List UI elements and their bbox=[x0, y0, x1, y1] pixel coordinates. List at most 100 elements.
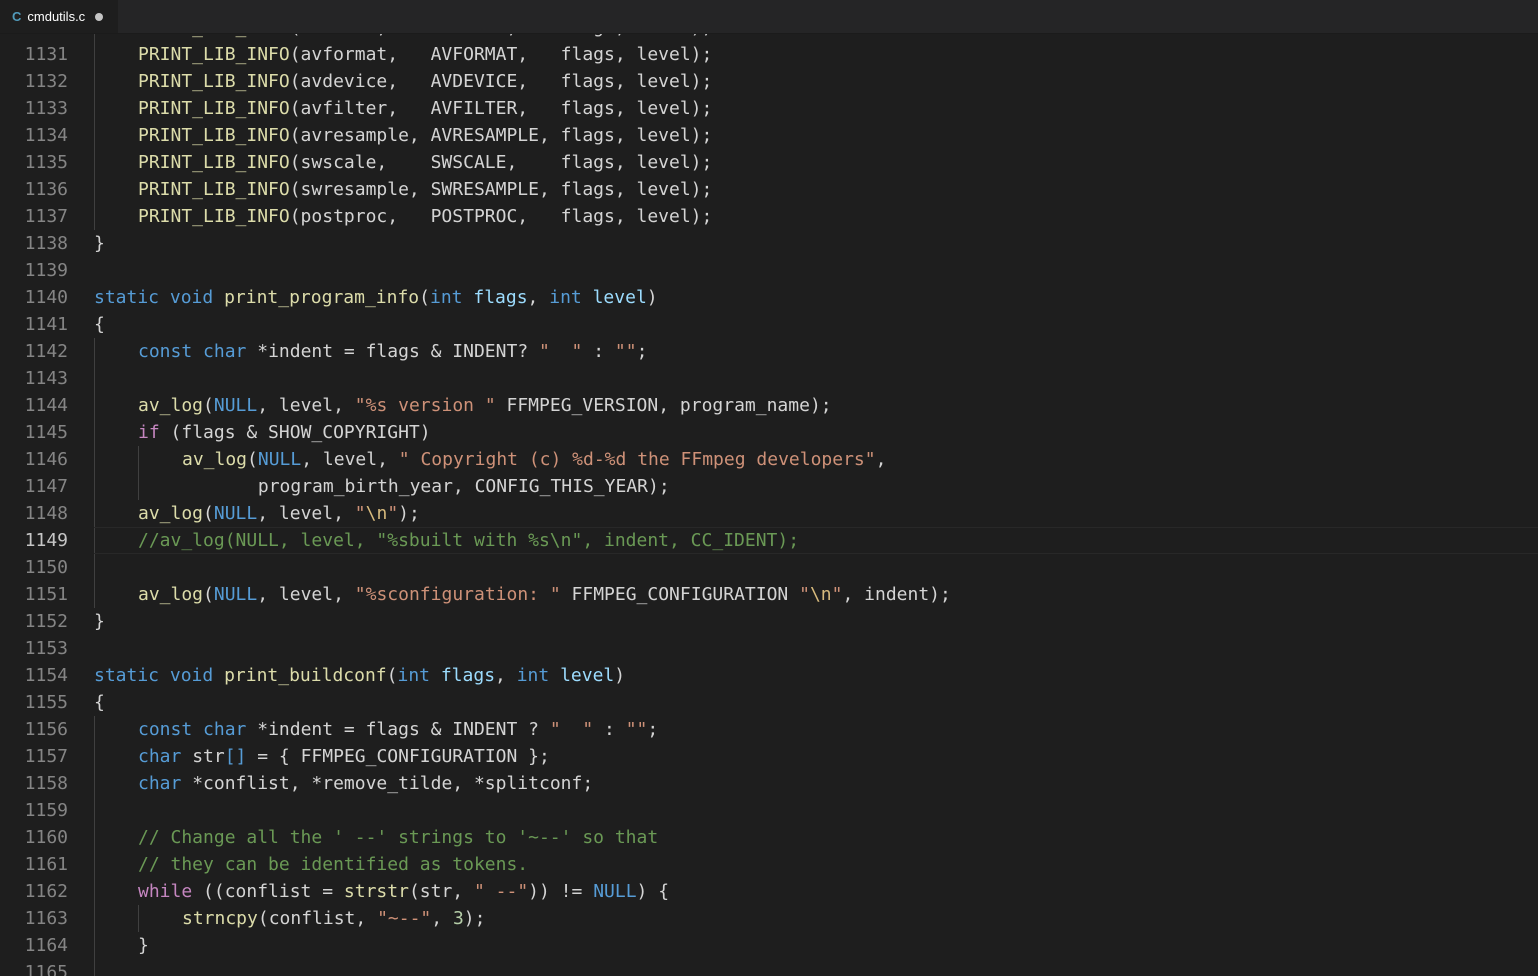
code-token: : bbox=[582, 341, 615, 362]
line-number: 1161 bbox=[24, 854, 68, 875]
code-token: *indent = flags & INDENT ? bbox=[246, 719, 550, 740]
code-line[interactable]: 1133 PRINT_LIB_INFO(avfilter, AVFILTER, f… bbox=[0, 95, 1538, 122]
code-token: } bbox=[94, 233, 105, 254]
code-text: PRINT_LIB_INFO(avresample, AVRESAMPLE, f… bbox=[138, 122, 712, 149]
tab-filename: cmdutils.c bbox=[27, 9, 86, 24]
code-line[interactable]: 1165 bbox=[0, 959, 1538, 976]
line-number: 1134 bbox=[24, 125, 68, 146]
tab-cmdutils-c[interactable]: C cmdutils.c bbox=[0, 0, 118, 33]
code-token: " bbox=[799, 584, 810, 605]
code-line[interactable]: 1150 bbox=[0, 554, 1538, 581]
code-token: , indent); bbox=[842, 584, 951, 605]
code-text: while ((conflist = strstr(str, " --")) !… bbox=[138, 878, 669, 905]
indent-guide bbox=[138, 473, 139, 500]
code-text: av_log(NULL, level, "%s version " FFMPEG… bbox=[138, 392, 832, 419]
code-text: } bbox=[94, 608, 105, 635]
code-line[interactable]: 1138} bbox=[0, 230, 1538, 257]
code-text: static void print_buildconf(int flags, i… bbox=[94, 662, 625, 689]
code-text: // Change all the ' --' strings to '~--'… bbox=[138, 824, 658, 851]
code-token: av_log bbox=[138, 503, 204, 524]
code-line[interactable]: 1149 //av_log(NULL, level, "%sbuilt with … bbox=[0, 527, 1538, 554]
code-text: } bbox=[138, 932, 149, 959]
code-line[interactable]: 1158 char *conflist, *remove_tilde, *spli… bbox=[0, 770, 1538, 797]
line-number: 1162 bbox=[24, 881, 68, 902]
code-line[interactable]: 1159 bbox=[0, 797, 1538, 824]
code-text: } bbox=[94, 230, 105, 257]
code-line[interactable]: 1131 PRINT_LIB_INFO(avformat, AVFORMAT, f… bbox=[0, 41, 1538, 68]
code-token: \n bbox=[809, 584, 832, 605]
code-line[interactable]: 1148 av_log(NULL, level, "\n"); bbox=[0, 500, 1538, 527]
line-number: 1146 bbox=[24, 449, 68, 470]
code-line[interactable]: 1162 while ((conflist = strstr(str, " --"… bbox=[0, 878, 1538, 905]
line-number: 1144 bbox=[24, 395, 68, 416]
line-number: 1154 bbox=[24, 665, 68, 686]
code-token: ((conflist = bbox=[192, 881, 344, 902]
line-number: 1131 bbox=[24, 44, 68, 65]
code-token: char bbox=[138, 773, 182, 794]
code-line[interactable]: 1140 static void print_program_info(int f… bbox=[0, 284, 1538, 311]
code-line[interactable]: 1144 av_log(NULL, level, "%s version " FF… bbox=[0, 392, 1538, 419]
line-number: 1163 bbox=[24, 908, 68, 929]
code-token: (flags & SHOW_COPYRIGHT) bbox=[159, 422, 431, 443]
code-line[interactable]: 1145 if (flags & SHOW_COPYRIGHT) bbox=[0, 419, 1538, 446]
code-line[interactable]: 1142 const char *indent = flags & INDENT?… bbox=[0, 338, 1538, 365]
code-line[interactable]: 1163 strncpy(conflist, "~--", 3); bbox=[0, 905, 1538, 932]
code-token: char bbox=[138, 746, 182, 767]
indent-guide bbox=[94, 365, 95, 392]
code-token: (avformat, AVFORMAT, flags, level); bbox=[289, 44, 713, 65]
code-line[interactable]: 1141 { bbox=[0, 311, 1538, 338]
code-editor[interactable]: 1130PRINT_LIB_INFO(avcodec, AVCODEC, fla… bbox=[0, 34, 1538, 976]
code-line[interactable]: 1164} bbox=[0, 932, 1538, 959]
code-line[interactable]: 1161 // they can be identified as tokens. bbox=[0, 851, 1538, 878]
code-token: , bbox=[431, 908, 453, 929]
indent-guide bbox=[94, 203, 95, 230]
code-line[interactable]: 1154 static void print_buildconf(int flag… bbox=[0, 662, 1538, 689]
code-token: FFMPEG_VERSION, program_name); bbox=[495, 395, 832, 416]
code-line[interactable]: 1146 av_log(NULL, level, " Copyright (c) … bbox=[0, 446, 1538, 473]
code-line[interactable]: 1156 const char *indent = flags & INDENT … bbox=[0, 716, 1538, 743]
line-number: 1143 bbox=[24, 368, 68, 389]
code-line[interactable]: 1132 PRINT_LIB_INFO(avdevice, AVDEVICE, f… bbox=[0, 68, 1538, 95]
code-token: { bbox=[94, 314, 105, 335]
code-line[interactable]: 1139 bbox=[0, 257, 1538, 284]
line-number: 1145 bbox=[24, 422, 68, 443]
code-line[interactable]: 1130 PRINT_LIB_INFO(avcodec, AVCODEC, fla… bbox=[0, 34, 1538, 41]
code-token: (swscale, SWSCALE, flags, level); bbox=[289, 152, 713, 173]
indent-guide bbox=[94, 41, 95, 68]
code-line[interactable]: 1153 bbox=[0, 635, 1538, 662]
code-line[interactable]: 1137 PRINT_LIB_INFO(postproc, POSTPROC, f… bbox=[0, 203, 1538, 230]
code-text: PRINT_LIB_INFO(avdevice, AVDEVICE, flags… bbox=[138, 68, 712, 95]
continuation-padding bbox=[182, 476, 258, 497]
indent-guide bbox=[94, 500, 95, 527]
code-token: ) bbox=[646, 287, 658, 308]
code-line[interactable]: 1157 char str[] = { FFMPEG_CONFIGURATION … bbox=[0, 743, 1538, 770]
code-token: static bbox=[94, 665, 160, 686]
line-number: 1151 bbox=[24, 584, 68, 605]
code-token: NULL bbox=[257, 449, 302, 470]
code-line[interactable]: 1136 PRINT_LIB_INFO(swresample, SWRESAMPL… bbox=[0, 176, 1538, 203]
code-line[interactable]: 1151 av_log(NULL, level, "%sconfiguration… bbox=[0, 581, 1538, 608]
code-line[interactable]: 1135 PRINT_LIB_INFO(swscale, SWSCALE, fla… bbox=[0, 149, 1538, 176]
indent-guide bbox=[94, 95, 95, 122]
unsaved-dot-icon[interactable] bbox=[95, 12, 104, 21]
indent-guide bbox=[94, 851, 95, 878]
code-token: void bbox=[169, 287, 214, 308]
code-line[interactable]: 1147 program_birth_year, CONFIG_THIS_YEA… bbox=[0, 473, 1538, 500]
indent-guide bbox=[94, 716, 95, 743]
code-token: "" bbox=[614, 341, 637, 362]
indent-guide bbox=[94, 122, 95, 149]
c-file-icon: C bbox=[12, 9, 22, 24]
code-line[interactable]: 1155 { bbox=[0, 689, 1538, 716]
code-token: )) != bbox=[528, 881, 594, 902]
code-token: void bbox=[169, 665, 214, 686]
code-line[interactable]: 1160 // Change all the ' --' strings to '… bbox=[0, 824, 1538, 851]
code-token: flags bbox=[440, 665, 496, 686]
line-number: 1133 bbox=[24, 98, 68, 119]
code-line[interactable]: 1143 bbox=[0, 365, 1538, 392]
code-line[interactable]: 1152} bbox=[0, 608, 1538, 635]
code-line[interactable]: 1134 PRINT_LIB_INFO(avresample, AVRESAMPL… bbox=[0, 122, 1538, 149]
code-token: // Change all the ' --' strings to '~--'… bbox=[138, 827, 659, 848]
